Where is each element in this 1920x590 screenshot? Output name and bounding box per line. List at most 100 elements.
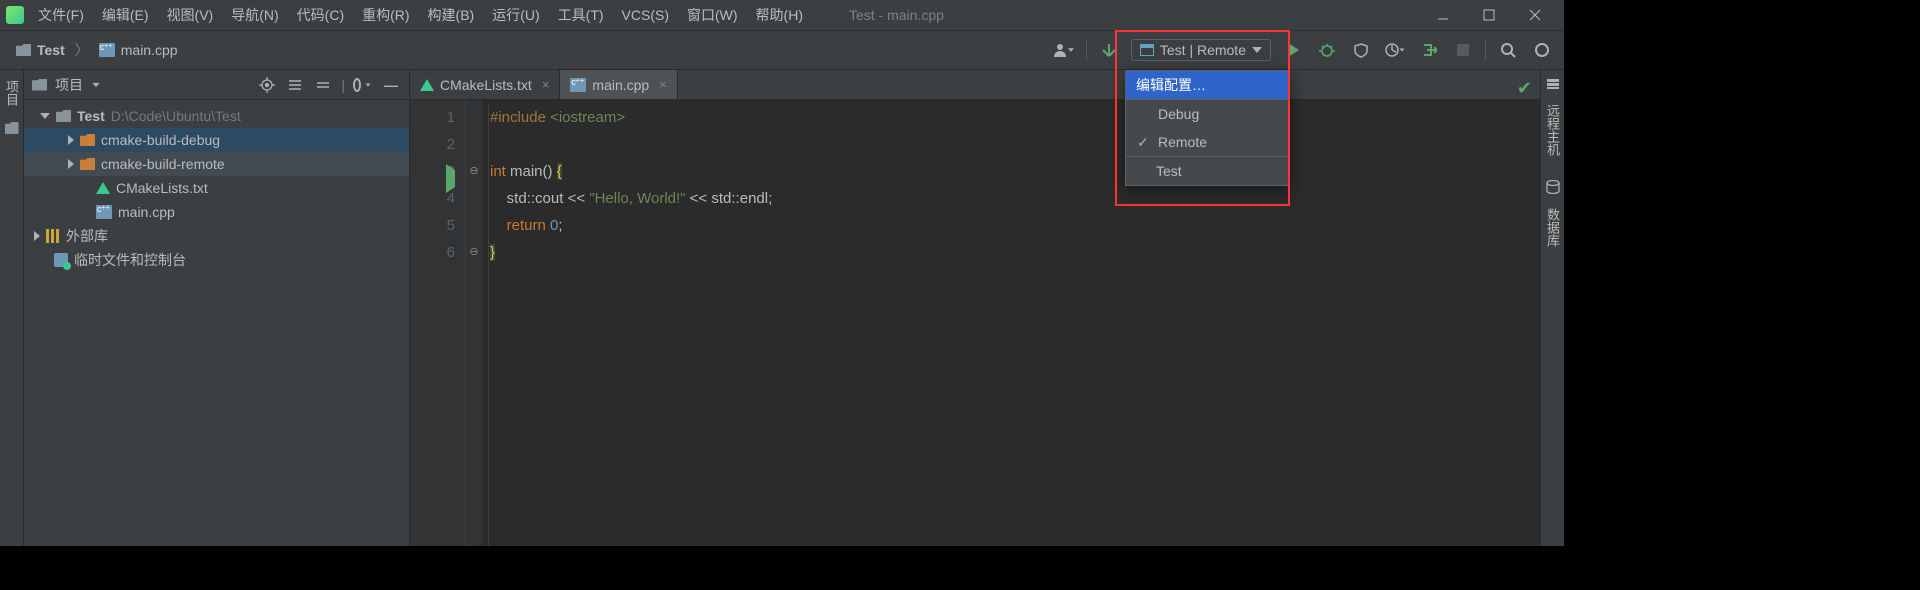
fold-column[interactable]: ⊖⊖ bbox=[466, 100, 482, 546]
application-icon bbox=[1140, 44, 1154, 56]
tree-item-label: cmake-build-debug bbox=[101, 132, 220, 148]
tree-item-external-libs[interactable]: 外部库 bbox=[24, 224, 409, 248]
dropdown-edit-configurations[interactable]: 编辑配置… bbox=[1126, 71, 1289, 99]
tab-main-cpp[interactable]: main.cpp × bbox=[560, 70, 677, 99]
tab-label: main.cpp bbox=[592, 77, 649, 93]
menu-window[interactable]: 窗口(W) bbox=[687, 5, 738, 25]
menu-run[interactable]: 运行(U) bbox=[492, 5, 539, 25]
indent-guide bbox=[488, 104, 489, 546]
search-everywhere-button[interactable] bbox=[1496, 38, 1520, 62]
menu-tools[interactable]: 工具(T) bbox=[558, 5, 604, 25]
code-line[interactable]: return 0; bbox=[490, 212, 772, 239]
project-panel-title[interactable]: 项目 bbox=[55, 75, 83, 95]
run-configuration-selector[interactable]: Test | Remote bbox=[1131, 39, 1271, 61]
application-icon bbox=[1136, 166, 1148, 176]
tab-cmakelists[interactable]: CMakeLists.txt × bbox=[410, 70, 560, 99]
panel-settings-icon[interactable] bbox=[353, 75, 373, 95]
dropdown-item-test[interactable]: Test bbox=[1126, 157, 1289, 185]
navigation-bar: Test 〉 main.cpp Test | Remote bbox=[0, 30, 1564, 70]
separator: | bbox=[341, 77, 345, 93]
vcs-update-icon[interactable] bbox=[1097, 38, 1121, 62]
menu-build[interactable]: 构建(B) bbox=[428, 5, 475, 25]
ide-settings-button[interactable] bbox=[1530, 38, 1554, 62]
cpp-file-icon bbox=[570, 78, 586, 92]
tree-item-label: CMakeLists.txt bbox=[116, 180, 208, 196]
folder-icon bbox=[80, 134, 95, 146]
folder-icon bbox=[80, 158, 95, 170]
folder-icon bbox=[32, 79, 47, 91]
stack-icon bbox=[1546, 78, 1560, 90]
code-line[interactable]: } bbox=[490, 239, 772, 266]
library-icon bbox=[46, 229, 60, 243]
menu-file[interactable]: 文件(F) bbox=[38, 5, 84, 25]
left-tool-strip: 项目 bbox=[0, 70, 24, 546]
folder-icon bbox=[56, 110, 71, 122]
stop-button[interactable] bbox=[1451, 38, 1475, 62]
project-tool-window-button[interactable]: 项目 bbox=[2, 80, 21, 106]
project-panel: 项目 | — Test D:\Code\Ubuntu\Test bbox=[24, 70, 410, 546]
profile-button[interactable] bbox=[1383, 38, 1407, 62]
cmake-icon bbox=[420, 79, 434, 91]
close-tab-icon[interactable]: × bbox=[542, 77, 550, 92]
chevron-down-icon bbox=[1252, 47, 1262, 53]
database-icon bbox=[1546, 180, 1560, 194]
expand-icon[interactable] bbox=[68, 159, 74, 169]
expand-icon[interactable] bbox=[34, 231, 40, 241]
code-line[interactable]: #include <iostream> bbox=[490, 104, 772, 131]
code-line[interactable]: int main() { bbox=[490, 158, 772, 185]
locate-file-icon[interactable] bbox=[257, 75, 277, 95]
menu-help[interactable]: 帮助(H) bbox=[756, 5, 803, 25]
menu-edit[interactable]: 编辑(E) bbox=[102, 5, 149, 25]
code-line[interactable] bbox=[490, 131, 772, 158]
database-tool-window-button[interactable]: 数据库 bbox=[1543, 208, 1562, 247]
tree-item-cmake-build-remote[interactable]: cmake-build-remote bbox=[24, 152, 409, 176]
expand-icon[interactable] bbox=[40, 113, 50, 119]
menu-view[interactable]: 视图(V) bbox=[167, 5, 214, 25]
separator bbox=[1485, 40, 1486, 60]
inspection-ok-icon[interactable]: ✔ bbox=[1517, 78, 1532, 99]
expand-icon[interactable] bbox=[68, 135, 74, 145]
expand-all-icon[interactable] bbox=[285, 75, 305, 95]
breadcrumb-root: Test bbox=[37, 42, 65, 58]
window-title: Test - main.cpp bbox=[849, 7, 944, 23]
maximize-button[interactable] bbox=[1466, 0, 1512, 30]
remote-host-tool-window-button[interactable]: 远程主机 bbox=[1543, 104, 1562, 156]
minimize-button[interactable] bbox=[1420, 0, 1466, 30]
menu-bar: 文件(F) 编辑(E) 视图(V) 导航(N) 代码(C) 重构(R) 构建(B… bbox=[0, 0, 1564, 30]
right-tool-strip: 远程主机 数据库 bbox=[1540, 70, 1564, 546]
dropdown-item-remote[interactable]: ✓Remote bbox=[1126, 128, 1289, 156]
chevron-down-icon[interactable] bbox=[93, 82, 100, 86]
close-button[interactable] bbox=[1512, 0, 1558, 30]
tree-item-cmake-build-debug[interactable]: cmake-build-debug bbox=[24, 128, 409, 152]
attach-button[interactable] bbox=[1417, 38, 1441, 62]
separator bbox=[1086, 40, 1087, 60]
tree-item-main-cpp[interactable]: main.cpp bbox=[24, 200, 409, 224]
code-area[interactable]: #include <iostream> int main() { std::co… bbox=[482, 100, 772, 546]
menu-navigate[interactable]: 导航(N) bbox=[231, 5, 278, 25]
menu-vcs[interactable]: VCS(S) bbox=[622, 7, 669, 23]
tree-item-scratches[interactable]: 临时文件和控制台 bbox=[24, 248, 409, 272]
hide-panel-icon[interactable]: — bbox=[381, 75, 401, 95]
code-line[interactable]: std::cout << "Hello, World!" << std::end… bbox=[490, 185, 772, 212]
collapse-all-icon[interactable] bbox=[313, 75, 333, 95]
tree-item-label: 临时文件和控制台 bbox=[74, 250, 186, 270]
cmake-icon bbox=[96, 182, 110, 194]
user-icon[interactable] bbox=[1052, 38, 1076, 62]
tree-root[interactable]: Test D:\Code\Ubuntu\Test bbox=[24, 104, 409, 128]
cpp-file-icon bbox=[99, 43, 115, 57]
run-button[interactable] bbox=[1281, 38, 1305, 62]
editor-tabs: CMakeLists.txt × main.cpp × bbox=[410, 70, 1540, 100]
tree-item-label: 外部库 bbox=[66, 226, 108, 246]
cpp-file-icon bbox=[96, 205, 112, 219]
breadcrumb[interactable]: Test 〉 main.cpp bbox=[10, 40, 184, 60]
project-tree: Test D:\Code\Ubuntu\Test cmake-build-deb… bbox=[24, 100, 409, 276]
editor-gutter[interactable]: 123456 bbox=[410, 100, 466, 546]
menu-code[interactable]: 代码(C) bbox=[297, 5, 344, 25]
dropdown-item-debug[interactable]: Debug bbox=[1126, 100, 1289, 128]
close-tab-icon[interactable]: × bbox=[659, 77, 667, 92]
menu-refactor[interactable]: 重构(R) bbox=[362, 5, 409, 25]
tree-item-cmakelists[interactable]: CMakeLists.txt bbox=[24, 176, 409, 200]
folder-icon bbox=[5, 122, 19, 134]
debug-button[interactable] bbox=[1315, 38, 1339, 62]
coverage-button[interactable] bbox=[1349, 38, 1373, 62]
